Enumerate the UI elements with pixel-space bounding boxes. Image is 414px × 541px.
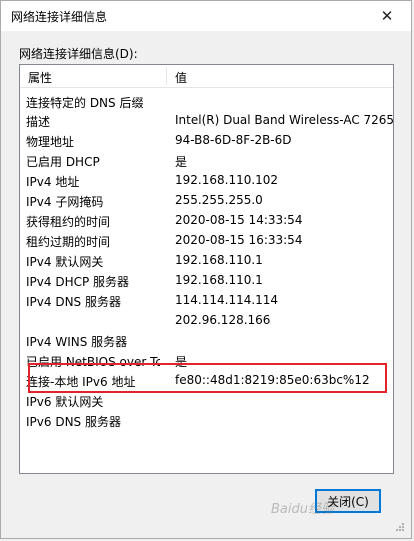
row-property: 连接特定的 DNS 后缀 [26,96,144,110]
row-property: IPv4 DHCP 服务器 [26,275,130,289]
row-value: 2020-08-15 16:33:54 [175,233,303,247]
row-property: IPv4 地址 [26,175,80,189]
table-row[interactable]: 202.96.128.166 [20,311,393,331]
row-property: 已启用 NetBIOS over Tc... [26,355,160,369]
table-row[interactable]: 连接特定的 DNS 后缀 [20,92,393,112]
table-row[interactable]: IPv6 DNS 服务器 [20,411,393,431]
row-property: 获得租约的时间 [26,215,111,229]
table-row[interactable]: 描述 Intel(R) Dual Band Wireless-AC 7265 [20,111,393,131]
row-value: 是 [175,155,188,169]
network-details-dialog: 网络连接详细信息 ✕ 网络连接详细信息(D): 属性 值 连接特定的 DNS 后… [0,0,412,539]
table-row[interactable]: IPv4 地址 192.168.110.102 [20,171,393,191]
table-row[interactable]: 租约过期的时间 2020-08-15 16:33:54 [20,231,393,251]
column-header-value[interactable]: 值 [175,69,187,86]
table-row[interactable]: 已启用 NetBIOS over Tc... 是 [20,351,393,371]
details-listview[interactable]: 属性 值 连接特定的 DNS 后缀 描述 Intel(R) Dual Band … [19,64,394,474]
table-row[interactable]: IPv6 默认网关 [20,391,393,411]
row-property: IPv6 DNS 服务器 [26,415,121,429]
table-row[interactable]: IPv4 DNS 服务器 114.114.114.114 [20,291,393,311]
table-row[interactable]: IPv4 子网掩码 255.255.255.0 [20,191,393,211]
row-value: 192.168.110.1 [175,253,263,267]
row-property: IPv4 子网掩码 [26,195,104,209]
row-property: 物理地址 [26,135,75,149]
table-row[interactable]: IPv4 默认网关 192.168.110.1 [20,251,393,271]
row-value: 255.255.255.0 [175,193,263,207]
row-property: IPv4 WINS 服务器 [26,335,128,349]
watermark: Baidu经验 [271,502,334,517]
row-value: 114.114.114.114 [175,293,279,307]
row-property: 租约过期的时间 [26,235,111,249]
row-property: 连接-本地 IPv6 地址 [26,375,136,389]
table-row[interactable]: IPv4 DHCP 服务器 192.168.110.1 [20,271,393,291]
row-value: Intel(R) Dual Band Wireless-AC 7265 [175,113,394,127]
row-value: 2020-08-15 14:33:54 [175,213,303,227]
dialog-title: 网络连接详细信息 [11,10,108,24]
row-value: fe80::48d1:8219:85e0:63bc%12 [175,373,370,387]
list-header: 属性 值 [20,65,393,88]
row-value: 是 [175,355,188,369]
row-property: IPv4 默认网关 [26,255,104,269]
row-property: 描述 [26,115,51,129]
table-row[interactable]: 连接-本地 IPv6 地址 fe80::48d1:8219:85e0:63bc%… [20,371,393,391]
resize-grip-icon[interactable] [395,522,405,532]
row-value: 202.96.128.166 [175,313,271,327]
column-header-property[interactable]: 属性 [28,69,52,86]
table-row[interactable]: IPv4 WINS 服务器 [20,331,393,351]
row-value: 94-B8-6D-8F-2B-6D [175,133,292,147]
title-bar[interactable]: 网络连接详细信息 ✕ [1,1,411,31]
details-group-label: 网络连接详细信息(D): [19,47,138,61]
table-row[interactable]: 物理地址 94-B8-6D-8F-2B-6D [20,131,393,151]
row-value: 192.168.110.1 [175,273,263,287]
table-row[interactable]: 已启用 DHCP 是 [20,151,393,171]
column-divider[interactable] [166,67,167,85]
row-property: IPv4 DNS 服务器 [26,295,121,309]
table-row[interactable]: 获得租约的时间 2020-08-15 14:33:54 [20,211,393,231]
close-icon[interactable]: ✕ [373,4,401,28]
row-property: IPv6 默认网关 [26,395,104,409]
row-property: 已启用 DHCP [26,155,100,169]
row-value: 192.168.110.102 [175,173,279,187]
